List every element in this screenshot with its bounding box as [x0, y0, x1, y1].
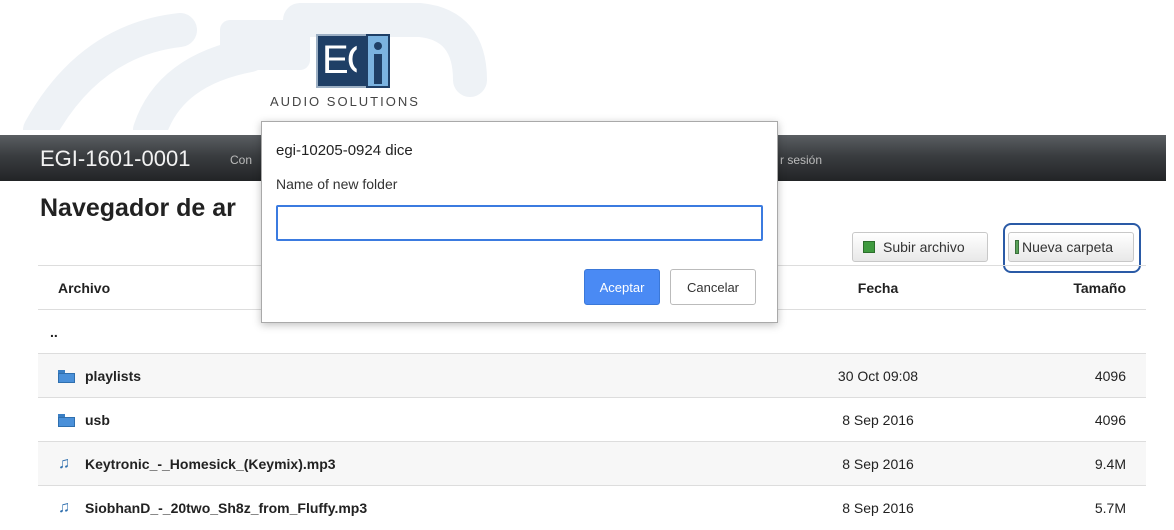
folder-icon: [58, 369, 75, 383]
upload-button-label: Subir archivo: [883, 239, 965, 255]
header-name[interactable]: Archivo: [58, 266, 110, 310]
header-size[interactable]: Tamaño: [1073, 266, 1126, 310]
row-size: 5.7M: [1094, 500, 1126, 516]
row-size: 9.4M: [1094, 456, 1126, 472]
row-name-text[interactable]: SiobhanD_-_20two_Sh8z_from_Fluffy.mp3: [85, 486, 367, 530]
row-name[interactable]: ♫ Keytronic_-_Homesick_(Keymix).mp3: [58, 442, 336, 486]
table-row[interactable]: ♫ SiobhanD_-_20two_Sh8z_from_Fluffy.mp3 …: [38, 485, 1146, 529]
row-date: 8 Sep 2016: [842, 412, 914, 428]
accept-button[interactable]: Aceptar: [584, 269, 660, 305]
row-name[interactable]: usb: [58, 398, 110, 442]
page-title: Navegador de ar: [40, 194, 236, 222]
cancel-button[interactable]: Cancelar: [670, 269, 756, 305]
folder-icon: [58, 413, 75, 427]
parent-dir-link[interactable]: ..: [50, 310, 58, 354]
header-date[interactable]: Fecha: [778, 266, 978, 310]
logo-tagline: AUDIO SOLUTIONS: [270, 94, 420, 109]
row-name-text[interactable]: Keytronic_-_Homesick_(Keymix).mp3: [85, 442, 336, 486]
row-date: 8 Sep 2016: [842, 456, 914, 472]
table-row[interactable]: usb 8 Sep 2016 4096: [38, 397, 1146, 441]
dialog-message: Name of new folder: [276, 176, 398, 192]
logo-i-bar: [374, 54, 382, 84]
dialog-title: egi-10205-0924 dice: [276, 142, 413, 159]
egi-logo: EGi AUDIO SOLUTIONS: [268, 30, 458, 120]
logo-i-block: [366, 34, 390, 88]
row-name-text[interactable]: usb: [85, 398, 110, 442]
row-name[interactable]: ♫ SiobhanD_-_20two_Sh8z_from_Fluffy.mp3: [58, 486, 367, 530]
upload-icon: [863, 241, 875, 253]
row-name[interactable]: playlists: [58, 354, 141, 398]
music-file-icon: ♫: [58, 499, 70, 516]
table-row[interactable]: ♫ Keytronic_-_Homesick_(Keymix).mp3 8 Se…: [38, 441, 1146, 485]
row-size: 4096: [1094, 412, 1126, 428]
music-file-icon: ♫: [58, 455, 70, 472]
table-row[interactable]: playlists 30 Oct 09:08 4096: [38, 353, 1146, 397]
row-name-text[interactable]: playlists: [85, 354, 141, 398]
upload-file-button[interactable]: Subir archivo: [852, 232, 988, 262]
nav-link-partial[interactable]: Con: [230, 153, 252, 167]
logo-i-dot: [374, 42, 382, 50]
row-size: 4096: [1094, 368, 1126, 384]
row-date: 30 Oct 09:08: [837, 368, 919, 384]
logout-link[interactable]: r sesión: [780, 153, 822, 167]
device-name: EGI-1601-0001: [40, 146, 191, 171]
folder-name-input[interactable]: [276, 205, 763, 241]
prompt-dialog: egi-10205-0924 dice Name of new folder A…: [261, 121, 778, 323]
row-date: 8 Sep 2016: [842, 500, 914, 516]
